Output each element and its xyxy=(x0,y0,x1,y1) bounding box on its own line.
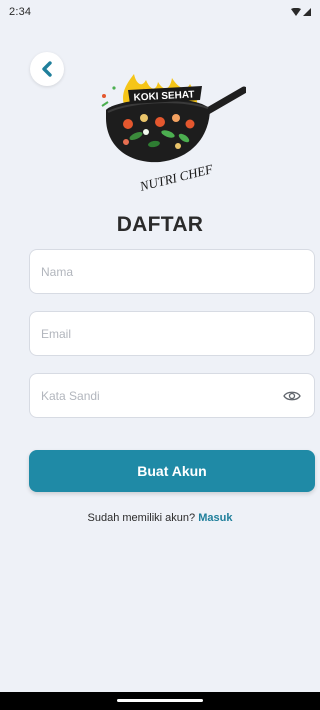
logo-bottom-text: NUTRI CHEF xyxy=(137,161,215,194)
koki-sehat-logo: KOKI SEHAT NUTRI CHEF xyxy=(98,66,248,196)
create-account-button[interactable]: Buat Akun xyxy=(29,450,315,492)
home-indicator[interactable] xyxy=(117,699,203,702)
chevron-left-icon xyxy=(40,61,54,77)
status-icons xyxy=(291,8,311,16)
status-time: 2:34 xyxy=(9,6,32,18)
page-title: DAFTAR xyxy=(116,213,204,236)
password-input[interactable] xyxy=(41,388,281,403)
signal-icon xyxy=(303,8,311,16)
name-field[interactable] xyxy=(29,249,315,294)
login-link[interactable]: Masuk xyxy=(198,512,232,524)
name-input[interactable] xyxy=(41,264,303,279)
password-field[interactable] xyxy=(29,373,315,418)
login-prompt-row: Sudah memiliki akun? Masuk xyxy=(0,512,320,524)
system-nav-bar xyxy=(0,692,320,710)
back-button[interactable] xyxy=(30,52,64,86)
email-field[interactable] xyxy=(29,311,315,356)
status-bar: 2:34 xyxy=(0,0,320,24)
wifi-icon xyxy=(291,8,301,16)
login-prompt-text: Sudah memiliki akun? xyxy=(87,512,196,524)
eye-icon[interactable] xyxy=(281,385,303,407)
email-input[interactable] xyxy=(41,326,303,341)
